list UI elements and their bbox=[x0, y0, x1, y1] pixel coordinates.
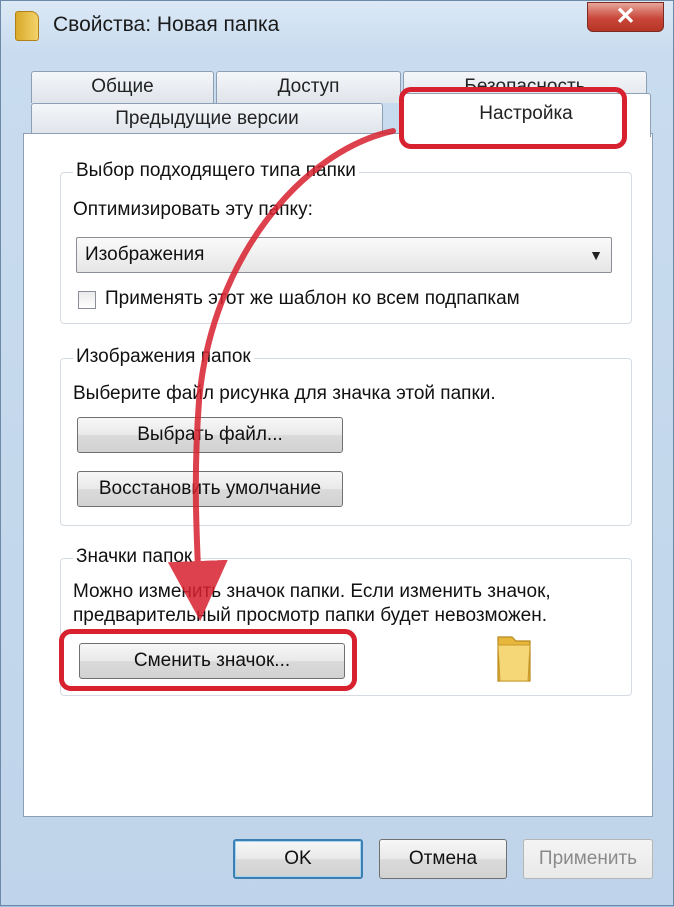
folder-pictures-description: Выберите файл рисунка для значка этой па… bbox=[73, 383, 496, 404]
folder-icon bbox=[497, 636, 531, 682]
optimize-label: Оптимизировать эту папку: bbox=[73, 199, 313, 220]
folder-pictures-group: Изображения папок Выберите файл рисунка … bbox=[60, 346, 632, 526]
folder-icon bbox=[15, 11, 39, 41]
properties-window: Свойства: Новая папка ✕ Общие Доступ Без… bbox=[0, 0, 674, 906]
tab-general[interactable]: Общие bbox=[31, 71, 214, 103]
cancel-button[interactable]: Отмена bbox=[379, 839, 507, 879]
window-title: Свойства: Новая папка bbox=[53, 13, 280, 36]
customize-panel: Выбор подходящего типа папки Оптимизиров… bbox=[23, 133, 653, 817]
ok-button[interactable]: OK bbox=[233, 839, 363, 879]
tab-sharing[interactable]: Доступ bbox=[216, 71, 401, 103]
folder-type-select[interactable]: Изображения ▼ bbox=[76, 237, 612, 273]
title-bar[interactable]: Свойства: Новая папка ✕ bbox=[1, 1, 673, 49]
apply-template-label: Применять этот же шаблон ко всем подпапк… bbox=[105, 288, 520, 309]
choose-file-button[interactable]: Выбрать файл... bbox=[77, 417, 343, 453]
folder-type-select-value: Изображения bbox=[85, 244, 205, 265]
annotation-highlight-tab bbox=[399, 87, 627, 149]
restore-default-button[interactable]: Восстановить умолчание bbox=[77, 471, 343, 507]
close-button[interactable]: ✕ bbox=[587, 2, 664, 32]
folder-icons-group-title: Значки папок bbox=[73, 546, 196, 568]
apply-template-checkbox[interactable] bbox=[78, 291, 96, 309]
folder-icons-description-line1: Можно изменить значок папки. Если измени… bbox=[73, 581, 551, 602]
annotation-highlight-button bbox=[59, 629, 357, 691]
folder-pictures-group-title: Изображения папок bbox=[73, 346, 254, 368]
folder-type-group-title: Выбор подходящего типа папки bbox=[73, 160, 359, 182]
folder-icons-description-line2: предварительный просмотр папки будет нев… bbox=[73, 605, 548, 626]
chevron-down-icon: ▼ bbox=[589, 247, 603, 263]
folder-type-group: Выбор подходящего типа папки Оптимизиров… bbox=[60, 160, 632, 324]
apply-button[interactable]: Применить bbox=[523, 839, 653, 879]
tab-previous-versions[interactable]: Предыдущие версии bbox=[31, 103, 383, 135]
